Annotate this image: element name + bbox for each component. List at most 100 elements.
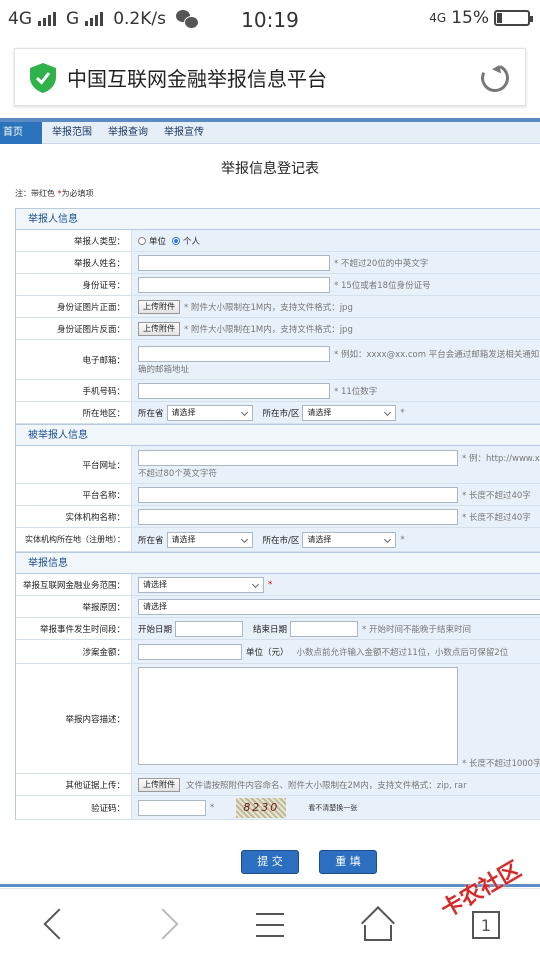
nav-report-scope[interactable]: 举报范围 — [44, 122, 100, 144]
row-time: 举报事件发生时间段： 开始日期 结束日期 * 开始时间不能晚于结束时间 — [16, 618, 540, 640]
end-date-input[interactable] — [290, 620, 359, 637]
name-input[interactable] — [138, 254, 330, 271]
label-name: 举报人姓名： — [16, 252, 132, 273]
captcha-refresh-link[interactable]: 看不清楚换一张 — [308, 803, 357, 813]
id-hint: * 15位或者18位身份证号 — [334, 280, 431, 291]
label-reporter-type: 举报人类型： — [16, 230, 132, 251]
amount-input[interactable] — [138, 643, 242, 660]
home-icon[interactable] — [358, 906, 398, 943]
start-date-input[interactable] — [175, 620, 244, 637]
name-hint: * 不超过20位的中英文字 — [334, 258, 429, 269]
nav-home[interactable]: 首页 — [0, 121, 42, 144]
label-entity-region: 实体机构所在地（注册地）： — [16, 528, 132, 551]
form-buttons: 提 交 重 填 — [0, 850, 540, 874]
address-bar[interactable]: 中国互联网金融举报信息平台 — [14, 48, 526, 106]
label-email: 电子邮箱： — [16, 340, 132, 379]
label-id-front: 身份证图片正面： — [16, 296, 132, 317]
row-amount: 涉案金额： 单位（元） 小数点前允许输入金额不超过11位，小数点后可保留2位 — [16, 640, 540, 664]
email-hint: * 例如：xxxx@xx.com 平台会通过邮箱发送相关通知 — [334, 350, 540, 360]
reset-button[interactable]: 重 填 — [319, 850, 377, 874]
scope-select[interactable]: 请选择 — [138, 576, 264, 593]
row-id-back: 身份证图片反面： 上传附件 * 附件大小限制在1M内，支持文件格式：jpg — [16, 318, 540, 340]
reload-icon[interactable] — [477, 60, 513, 96]
captcha-input[interactable] — [138, 799, 206, 816]
entity-city-label: 所在市/区 — [262, 535, 300, 546]
radio-unit[interactable] — [138, 236, 146, 245]
label-platform: 平台名称： — [16, 484, 132, 505]
back-hint: * 附件大小限制在1M内，支持文件格式：jpg — [184, 324, 353, 335]
report-form: 举报人信息 举报人类型： 单位 个人 举报人姓名： * 不超过20位的中英文字 … — [15, 208, 540, 820]
label-time: 举报事件发生时间段： — [16, 618, 132, 639]
label-captcha: 验证码： — [16, 796, 132, 819]
entity-input[interactable] — [138, 508, 458, 525]
entity-province-label: 所在省 — [138, 535, 164, 546]
label-id: 身份证号： — [16, 274, 132, 295]
nav-report-promo[interactable]: 举报宣传 — [156, 122, 212, 144]
site-nav: 首页 举报范围 举报查询 举报宣传 — [0, 121, 540, 144]
city-select[interactable]: 请选择 — [302, 404, 397, 421]
label-entity: 实体机构名称： — [16, 506, 132, 527]
network-type-3: 4G — [429, 11, 447, 25]
captcha-image[interactable]: 8230 — [236, 797, 287, 818]
phone-input[interactable] — [138, 382, 330, 399]
email-input[interactable] — [138, 346, 330, 362]
upload-evidence-button[interactable]: 上传附件 — [138, 777, 180, 792]
label-id-back: 身份证图片反面： — [16, 318, 132, 339]
radio-unit-label: 单位 — [149, 236, 167, 247]
entity-province-select[interactable]: 请选择 — [166, 531, 253, 548]
menu-icon[interactable] — [250, 907, 290, 943]
page-title: 中国互联网金融举报信息平台 — [67, 67, 327, 91]
upload-back-button[interactable]: 上传附件 — [138, 321, 180, 336]
email-hint-2: 确的邮箱地址 — [138, 365, 190, 375]
front-hint: * 附件大小限制在1M内，支持文件格式：jpg — [184, 302, 353, 313]
row-scope: 举报互联网金融业务范围： 请选择 * — [16, 574, 540, 596]
row-reporter-name: 举报人姓名： * 不超过20位的中英文字 — [16, 252, 540, 274]
submit-button[interactable]: 提 交 — [241, 850, 299, 874]
row-id-front: 身份证图片正面： 上传附件 * 附件大小限制在1M内，支持文件格式：jpg — [16, 296, 540, 318]
start-label: 开始日期 — [138, 624, 173, 635]
entity-city-select[interactable]: 请选择 — [302, 531, 397, 548]
desc-hint: * 长度不超过1000字 — [462, 759, 540, 769]
back-icon[interactable] — [34, 907, 74, 943]
city-label: 所在市/区 — [262, 408, 300, 419]
label-reason: 举报原因： — [16, 596, 132, 617]
province-select[interactable]: 请选择 — [166, 404, 253, 421]
entity-hint: * 长度不超过40字 — [462, 512, 531, 523]
forward-icon[interactable] — [150, 907, 190, 943]
label-scope: 举报互联网金融业务范围： — [16, 574, 132, 595]
row-phone: 手机号码： * 11位数字 — [16, 380, 540, 402]
amount-hint: 小数点前允许输入金额不超过11位，小数点后可保留2位 — [296, 647, 509, 658]
row-desc: 举报内容描述： * 长度不超过1000字 — [16, 664, 540, 774]
reason-select[interactable]: 请选择 — [138, 598, 540, 615]
nav-report-query[interactable]: 举报查询 — [100, 122, 156, 144]
label-url: 平台网址： — [16, 446, 132, 483]
phone-hint: * 11位数字 — [334, 386, 378, 397]
row-region: 所在地区： 所在省 请选择 所在市/区 请选择 * — [16, 402, 540, 424]
row-evidence: 其他证据上传： 上传附件 文件请按照附件内容命名、附件大小限制在2M内，支持文件格… — [16, 774, 540, 796]
tabs-icon[interactable]: 1 — [472, 911, 500, 939]
radio-person[interactable] — [172, 236, 181, 245]
section-reported: 被举报人信息 — [16, 424, 540, 446]
battery-icon — [494, 10, 533, 26]
upload-front-button[interactable]: 上传附件 — [138, 299, 180, 314]
section-reporter: 举报人信息 — [16, 208, 540, 230]
row-url: 平台网址： * 例：http://www.xx 不超过80个英文字符 — [16, 446, 540, 484]
row-entity-region: 实体机构所在地（注册地）： 所在省 请选择 所在市/区 请选择 * — [16, 528, 540, 552]
row-platform: 平台名称： * 长度不超过40字 — [16, 484, 540, 506]
shield-check-icon — [30, 63, 56, 93]
id-input[interactable] — [138, 276, 330, 293]
url-input[interactable] — [138, 450, 458, 466]
section-report: 举报信息 — [16, 552, 540, 574]
end-label: 结束日期 — [253, 624, 288, 635]
label-desc: 举报内容描述： — [16, 664, 132, 773]
url-hint-2: 不超过80个英文字符 — [138, 469, 217, 479]
label-amount: 涉案金额： — [16, 640, 132, 663]
required-note: 注：带红色 *为必填项 — [15, 189, 94, 198]
desc-textarea[interactable] — [138, 667, 458, 765]
platform-input[interactable] — [138, 486, 458, 503]
time-hint: * 开始时间不能晚于结束时间 — [362, 624, 471, 635]
battery-percent: 15% — [451, 8, 489, 28]
status-bar: 4G G 0.2K/s 10:19 4G 15% — [0, 0, 540, 38]
url-hint: * 例：http://www.xx — [462, 454, 540, 464]
label-region: 所在地区： — [16, 402, 132, 423]
